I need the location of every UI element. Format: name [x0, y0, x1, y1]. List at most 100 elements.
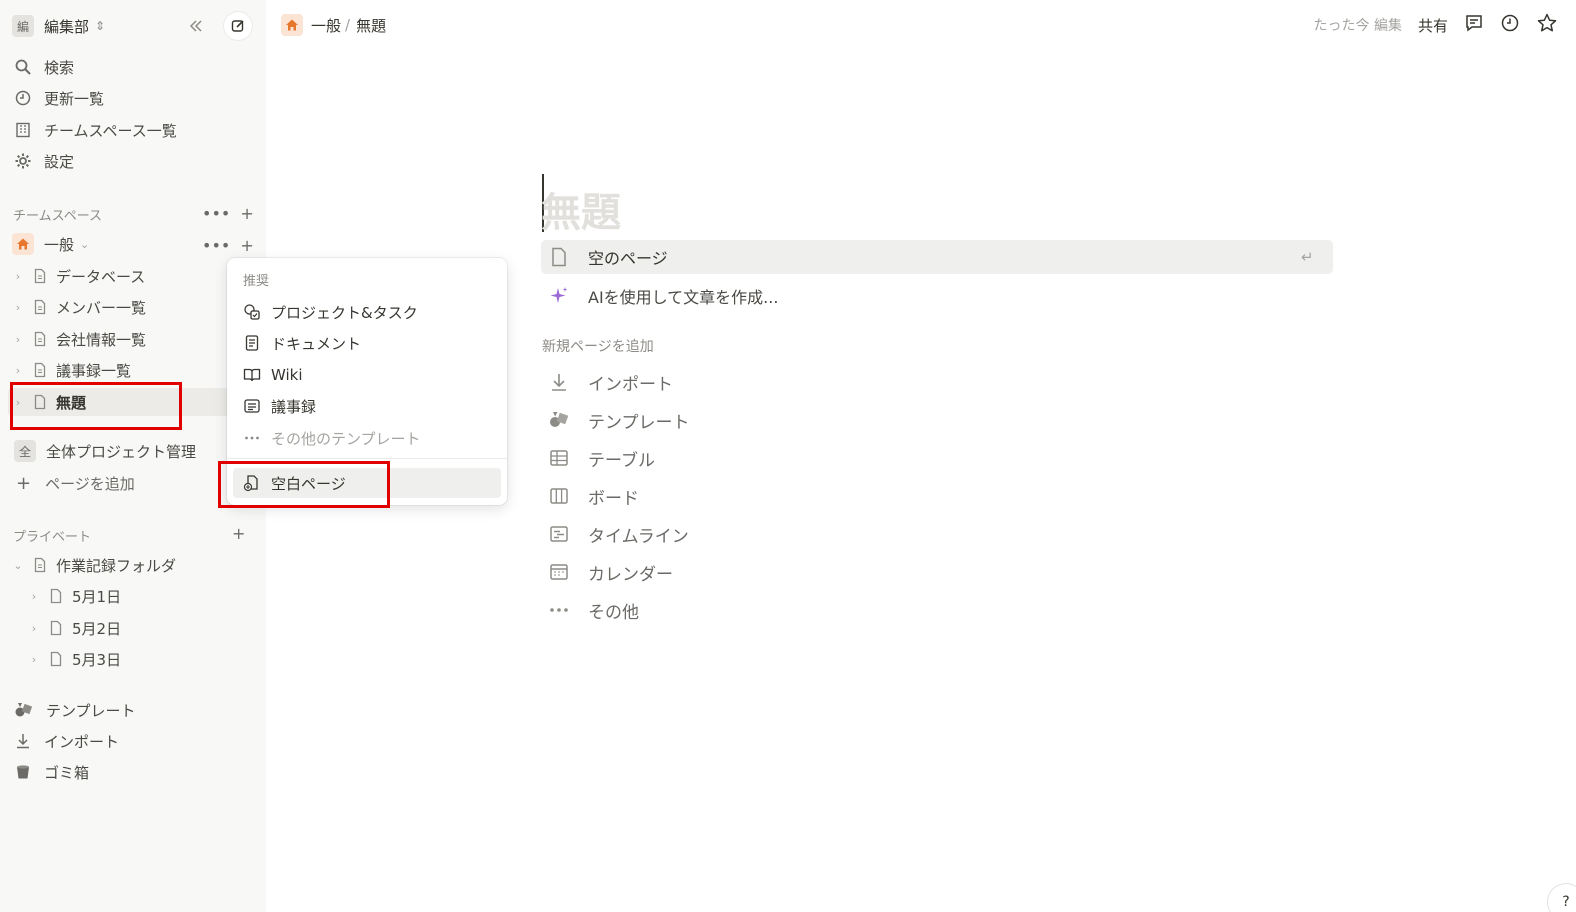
search-icon: [15, 59, 31, 75]
favorite-star-icon[interactable]: [1536, 12, 1558, 38]
add-new-page-label: 新規ページを追加: [542, 339, 654, 355]
popup-item-wiki[interactable]: Wiki: [243, 362, 303, 388]
more-icon[interactable]: •••: [202, 236, 230, 255]
project-tasks-icon: [244, 304, 260, 320]
nav-teamspaces[interactable]: チームスペース一覧: [14, 116, 177, 144]
plus-icon: +: [16, 472, 32, 494]
add-calendar[interactable]: カレンダー: [548, 557, 673, 587]
help-button[interactable]: ?: [1548, 884, 1576, 912]
page-icon: [34, 299, 46, 315]
popup-item-document[interactable]: ドキュメント: [243, 330, 361, 356]
updown-chevron-icon: ⇕: [95, 19, 106, 33]
chevron-down-icon: ⌄: [80, 237, 90, 251]
chevron-right-icon: ›: [15, 363, 21, 377]
nav-updates[interactable]: 更新一覧: [14, 84, 104, 112]
add-more[interactable]: その他: [548, 595, 639, 625]
add-template[interactable]: テンプレート: [548, 405, 690, 435]
annotation-highlight-box: [218, 461, 390, 508]
sidebar-item-work-folder[interactable]: ⌄ 作業記録フォルダ: [12, 551, 176, 579]
workspace-name: 編集部: [44, 17, 90, 36]
sidebar-item-database[interactable]: › データベース: [12, 262, 145, 290]
sidebar-item-may1[interactable]: › 5月1日: [28, 582, 121, 610]
popup-item-minutes[interactable]: 議事録: [243, 393, 316, 419]
download-icon: [17, 734, 29, 749]
add-table[interactable]: テーブル: [548, 443, 655, 473]
workspace-switcher[interactable]: 編 編集部 ⇕: [12, 12, 105, 40]
add-board[interactable]: ボード: [548, 481, 639, 511]
comment-icon[interactable]: [1464, 13, 1484, 37]
add-timeline[interactable]: タイムライン: [548, 519, 689, 549]
sidebar-item-may2[interactable]: › 5月2日: [28, 614, 121, 642]
sidebar-item-general[interactable]: 一般 ⌄: [12, 230, 89, 258]
page-icon: [50, 588, 62, 604]
annotation-highlight-box: [10, 382, 182, 430]
breadcrumb-parent[interactable]: 一般: [311, 15, 341, 36]
page-icon: [34, 362, 46, 378]
table-icon: [550, 450, 568, 466]
home-icon: [281, 14, 303, 36]
chevron-right-icon: ›: [15, 269, 21, 283]
nav-settings[interactable]: 設定: [14, 147, 74, 175]
sparkle-icon: [550, 287, 568, 303]
teamspace-section-actions: ••• +: [202, 204, 254, 223]
add-icon[interactable]: +: [240, 204, 253, 223]
gear-icon: [15, 153, 31, 169]
all-projects-badge: 全: [14, 440, 36, 462]
chevron-right-icon: ›: [31, 621, 37, 635]
add-icon[interactable]: +: [240, 236, 253, 255]
chevron-right-icon: ›: [31, 589, 37, 603]
popup-item-more-templates[interactable]: その他のテンプレート: [243, 425, 421, 451]
download-icon: [552, 374, 566, 391]
add-import[interactable]: インポート: [548, 367, 673, 397]
sidebar-item-minutes[interactable]: › 議事録一覧: [12, 356, 131, 384]
private-section-actions: +: [232, 524, 245, 543]
timeline-icon: [550, 526, 568, 542]
breadcrumb-separator: /: [345, 16, 351, 34]
page-title-input[interactable]: 無題: [541, 180, 621, 238]
sidebar-item-all-projects[interactable]: 全 全体プロジェクト管理: [14, 437, 196, 465]
sidebar-import[interactable]: インポート: [14, 727, 119, 755]
sidebar-trash[interactable]: ゴミ箱: [14, 758, 89, 786]
more-icon[interactable]: •••: [202, 204, 230, 223]
shapes-icon: [15, 703, 33, 717]
private-section-label: プライベート: [13, 530, 92, 545]
collapse-sidebar-icon[interactable]: [182, 12, 210, 40]
home-icon: [12, 233, 34, 255]
popup-item-project-tasks[interactable]: プロジェクト&タスク: [243, 299, 418, 325]
new-page-icon[interactable]: [224, 12, 252, 40]
enter-key-icon: ↵: [1301, 248, 1314, 266]
breadcrumb-current[interactable]: 無題: [356, 15, 386, 36]
general-actions: ••• +: [202, 236, 254, 255]
sidebar-templates[interactable]: テンプレート: [14, 696, 136, 724]
sidebar-item-company-info[interactable]: › 会社情報一覧: [12, 325, 146, 353]
popup-divider: [227, 458, 507, 459]
page-icon: [50, 651, 62, 667]
more-icon: [550, 608, 568, 612]
more-icon: [245, 436, 259, 440]
add-page-button[interactable]: + ページを追加: [16, 469, 135, 497]
chevron-right-icon: ›: [31, 652, 37, 666]
page-icon: [34, 268, 46, 284]
popup-section-label: 推奨: [243, 274, 270, 289]
breadcrumb: 一般 / 無題: [281, 14, 386, 36]
notes-icon: [244, 399, 260, 413]
page-icon: [34, 331, 46, 347]
calendar-icon: [550, 564, 568, 580]
sidebar-item-may3[interactable]: › 5月3日: [28, 645, 121, 673]
edited-status: たった今 編集: [1313, 18, 1402, 34]
header-actions: たった今 編集 共有: [1314, 12, 1558, 38]
page-icon: [34, 557, 46, 573]
sidebar-item-members[interactable]: › メンバー一覧: [12, 293, 146, 321]
chevron-right-icon: ›: [15, 332, 21, 346]
page-icon: [50, 620, 62, 636]
book-icon: [243, 368, 261, 382]
ai-write-option[interactable]: AIを使用して文章を作成...: [548, 281, 778, 311]
workspace-badge: 編: [12, 15, 34, 37]
share-button[interactable]: 共有: [1418, 15, 1448, 36]
history-clock-icon[interactable]: [1500, 13, 1520, 37]
add-icon[interactable]: +: [232, 524, 245, 543]
page-icon: [552, 247, 566, 267]
nav-search[interactable]: 検索: [14, 53, 74, 81]
board-icon: [550, 488, 568, 504]
empty-page-option[interactable]: 空のページ: [548, 242, 668, 272]
